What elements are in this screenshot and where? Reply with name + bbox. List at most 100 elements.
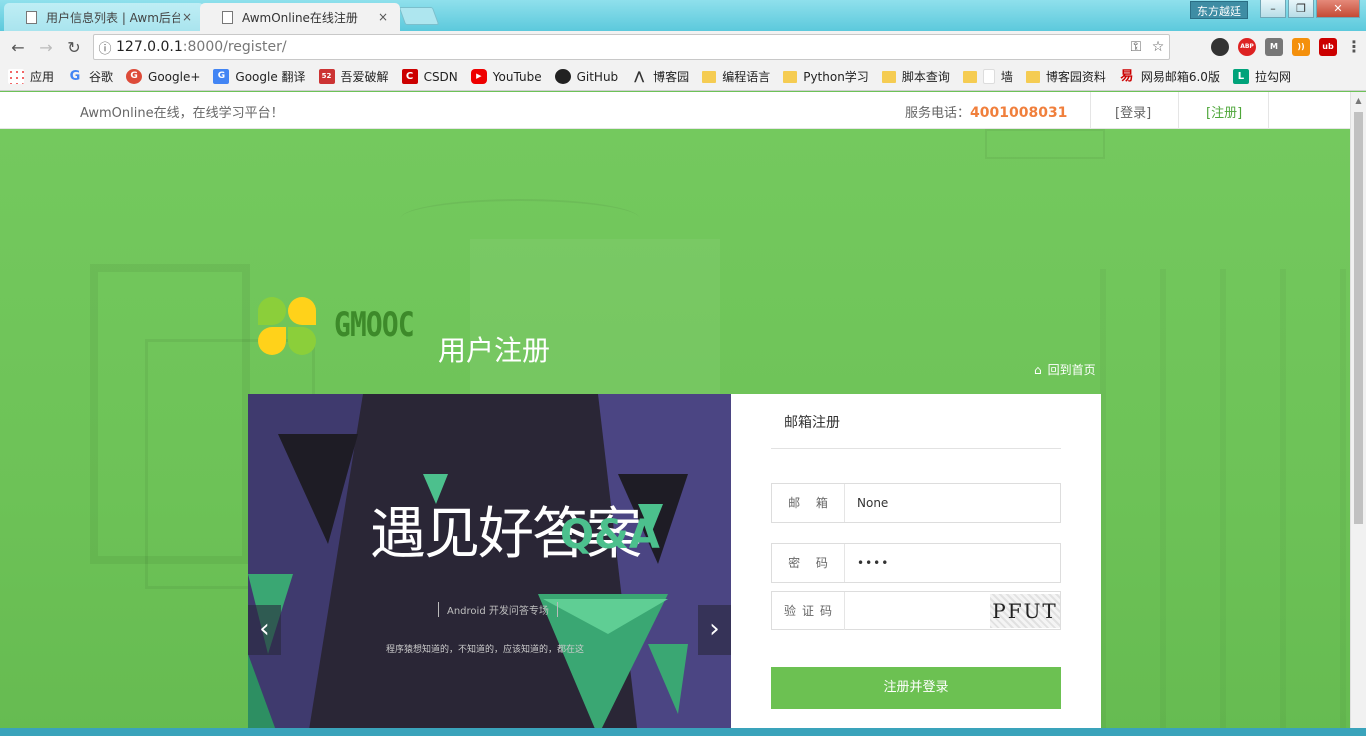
bookmark-folder-python[interactable]: Python学习 [783,68,869,85]
maximize-button[interactable]: ❐ [1288,0,1314,18]
bookmark-folder-languages[interactable]: 编程语言 [702,68,770,85]
bookmark-label: GitHub [576,69,619,84]
banner-qa-text: Q&A [560,512,660,558]
bookmark-apps[interactable]: 应用 [8,68,54,85]
github-icon [554,69,571,84]
url-host: 127.0.0.1 [116,39,183,55]
bookmark-folder-wall[interactable]: 墙 [962,68,1013,85]
tampermonkey-icon[interactable] [1211,38,1229,56]
52pojie-icon: 52 [318,69,335,84]
banner-subtitle: Android 开发问答专场 [438,602,558,617]
tab-email-register[interactable]: 邮箱注册 [784,412,840,432]
close-window-button[interactable]: ✕ [1316,0,1360,18]
back-home-link[interactable]: ⌂ 回到首页 [1034,361,1096,378]
password-input[interactable]: •••• [857,544,889,582]
folder-icon [881,70,896,83]
bookmark-csdn[interactable]: C CSDN [401,69,458,84]
adblock-plus-icon[interactable]: ABP [1238,38,1256,56]
os-taskbar [0,728,1366,736]
folder-icon [1025,70,1040,83]
bookmark-label: YouTube [492,69,542,84]
phone-label: 服务电话： [905,106,971,121]
bookmarks-bar: 应用 G 谷歌 G Google+ G Google 翻译 52 吾爱破解 C CSDN … [0,63,1366,91]
youtube-icon: ▶ [470,69,487,84]
apps-icon [8,69,24,84]
bookmark-google-translate[interactable]: G Google 翻译 [213,68,306,85]
bookmark-label: Google 翻译 [235,70,306,84]
bookmark-label: 应用 [30,70,55,84]
reload-button[interactable]: ↻ [60,38,88,57]
banner-description: 程序猿想知道的，不知道的，应该知道的，都在这 [386,645,585,655]
new-tab-button[interactable] [398,7,440,25]
bookmark-lagou[interactable]: L 拉勾网 [1232,68,1291,85]
page-icon [982,69,995,84]
page-scrollbar[interactable]: ▲ [1350,92,1366,736]
captcha-field[interactable]: 验证码 PFUT [771,591,1061,630]
url-path: :8000/register/ [182,39,287,55]
captcha-label: 验证码 [772,592,845,630]
google-icon: G [69,69,81,84]
captcha-image[interactable]: PFUT [990,594,1060,628]
register-form-panel: 邮箱注册 邮 箱 None 密 码 •••• 验证码 PFUT 注册并登录 [731,394,1101,736]
translate-icon: G [213,69,230,84]
divider [1268,92,1269,129]
folder-icon [783,70,798,83]
divider [1090,92,1091,129]
ublock-icon[interactable]: ub [1319,38,1337,56]
close-tab-icon[interactable]: × [376,10,390,24]
page-icon [222,11,233,24]
bookmark-youtube[interactable]: ▶ YouTube [470,69,542,84]
carousel-next-arrow-icon[interactable]: › [698,605,731,655]
forward-button[interactable]: → [32,38,60,57]
site-top-bar: AwmOnline在线，在线学习平台！ 服务电话：4001008031 [登录]… [0,92,1350,129]
carousel-prev-arrow-icon[interactable]: ‹ [248,605,281,655]
scroll-up-arrow-icon[interactable]: ▲ [1351,92,1366,109]
window-controls: 东方越廷 – ❐ ✕ [1190,0,1360,19]
phone-number: 4001008031 [970,105,1068,121]
extensions-area: ABP M )) ub ⋮ [1211,34,1362,60]
scrollbar-thumb[interactable] [1354,112,1363,524]
lagou-icon: L [1232,69,1249,84]
page-viewport: AwmOnline在线，在线学习平台！ 服务电话：4001008031 [登录]… [0,92,1366,736]
browser-tab-register[interactable]: AwmOnline在线注册 × [200,3,400,31]
browser-tab-strip: 用户信息列表 | Awm后台 × AwmOnline在线注册 × 东方越廷 – … [0,0,1366,31]
password-field[interactable]: 密 码 •••• [771,543,1061,583]
page-icon [26,11,37,24]
register-submit-button[interactable]: 注册并登录 [771,667,1061,709]
bookmark-label: 编程语言 [722,70,771,84]
bookmark-github[interactable]: GitHub [554,69,619,84]
bookmark-label: 拉勾网 [1254,70,1291,84]
login-link[interactable]: [登录] [1115,102,1151,121]
minimize-button[interactable]: – [1260,0,1286,18]
163-mail-icon: 易 [1120,69,1134,84]
url-text[interactable]: 127.0.0.1:8000/register/ [116,39,1125,55]
bookmark-star-icon[interactable]: ☆ [1147,39,1169,55]
ime-indicator[interactable]: 东方越廷 [1190,1,1248,19]
browser-tab-user-list[interactable]: 用户信息列表 | Awm后台 × [4,3,204,31]
close-tab-icon[interactable]: × [180,10,194,24]
bookmark-cnblogs[interactable]: ⋀ 博客园 [631,68,689,85]
divider [1178,92,1179,129]
bookmark-google[interactable]: G 谷歌 [67,68,113,85]
key-icon[interactable]: ⚿ [1125,39,1147,55]
bookmark-label: 网易邮箱6.0版 [1140,70,1220,84]
gmail-checker-icon[interactable]: M [1265,38,1283,56]
bookmark-folder-scripts[interactable]: 脚本查询 [881,68,950,85]
tab-title: 用户信息列表 | Awm后台 [46,10,180,25]
bookmark-52pojie[interactable]: 52 吾爱破解 [318,68,389,85]
banner-carousel[interactable]: 遇见好答案 Android 开发问答专场 程序猿想知道的，不知道的，应该知道的，… [248,394,731,736]
gmooc-logo-icon[interactable] [258,297,318,357]
chrome-menu-icon[interactable]: ⋮ [1346,38,1362,56]
email-input[interactable]: None [857,484,888,522]
bookmark-folder-cnblogs-docs[interactable]: 博客园资料 [1025,68,1106,85]
email-field[interactable]: 邮 箱 None [771,483,1061,523]
back-button[interactable]: ← [4,38,32,57]
info-icon[interactable]: ⓘ [94,38,116,57]
address-bar[interactable]: ⓘ 127.0.0.1:8000/register/ ⚿ ☆ [93,34,1170,60]
rss-icon[interactable]: )) [1292,38,1310,56]
bookmark-163-mail[interactable]: 易网易邮箱6.0版 [1119,68,1220,85]
bookmark-google-plus[interactable]: G Google+ [126,69,200,84]
register-link[interactable]: [注册] [1206,102,1242,121]
brand-name[interactable]: GMOOC [334,305,415,345]
folder-icon [962,70,977,83]
